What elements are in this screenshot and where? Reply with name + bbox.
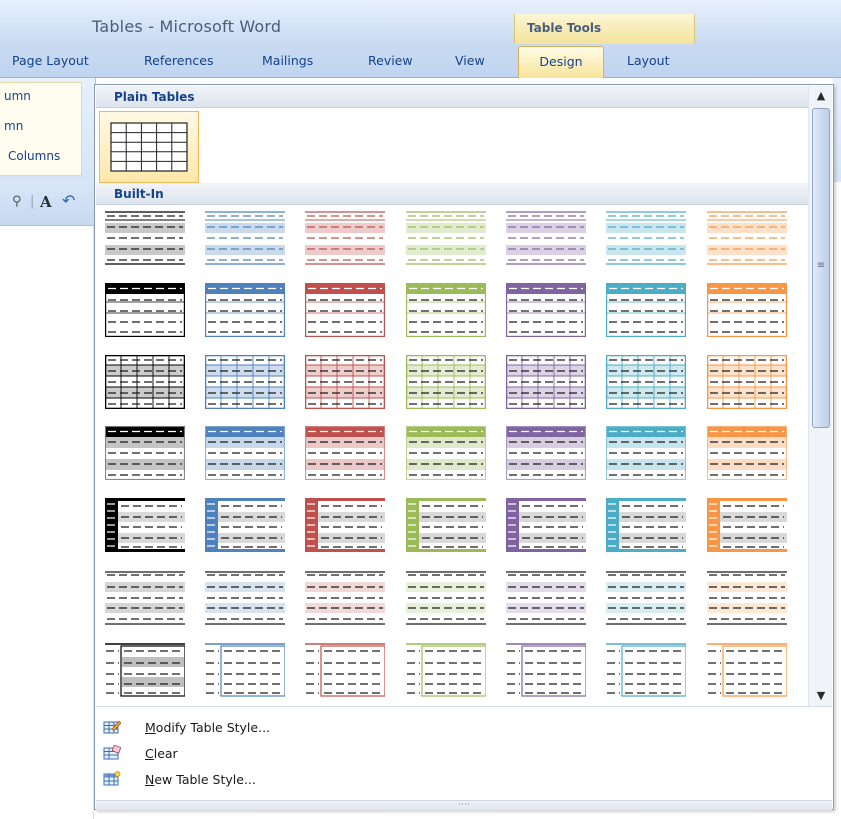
- gallery-menu: Modify Table Style... Clear New Table St…: [96, 706, 832, 810]
- table-style-medium-list-1-6[interactable]: [606, 498, 686, 552]
- new-table-style-label: New Table Style...: [145, 772, 256, 787]
- table-style-light-shading-1[interactable]: [105, 211, 185, 265]
- table-style-medium-list-1-2[interactable]: [205, 498, 285, 552]
- ribbon-tab-row: Page Layout References Mailings Review V…: [0, 44, 841, 78]
- table-style-medium-shading-1-6[interactable]: [606, 426, 686, 480]
- scroll-up-arrow-icon[interactable]: ▲: [809, 86, 833, 106]
- table-styles-gallery: Plain Tables Built-In ▲ ≡ ▼ Modify Table…: [94, 84, 834, 810]
- modify-table-style-menu-item[interactable]: Modify Table Style...: [96, 715, 832, 741]
- table-style-table-grid-accent-7[interactable]: [707, 643, 787, 697]
- formatting-toolbar: ⚲ | A ↶: [0, 182, 96, 226]
- tab-design[interactable]: Design: [518, 46, 604, 78]
- table-style-table-grid-accent-4[interactable]: [406, 643, 486, 697]
- new-table-style-menu-item[interactable]: New Table Style...: [96, 767, 832, 793]
- table-style-medium-list-1-5[interactable]: [506, 498, 586, 552]
- table-style-medium-list-1-3[interactable]: [305, 498, 385, 552]
- table-style-table-grid-accent-6[interactable]: [606, 643, 686, 697]
- table-style-colorful-list-2[interactable]: [205, 571, 285, 625]
- clear-label: Clear: [145, 746, 178, 761]
- scroll-thumb[interactable]: ≡: [812, 108, 830, 428]
- table-style-table-grid-accent-1[interactable]: [105, 643, 185, 697]
- modify-table-style-icon: [103, 720, 121, 734]
- table-style-light-list-4[interactable]: [406, 283, 486, 337]
- title-bar: Tables - Microsoft Word Table Tools: [0, 0, 841, 44]
- table-style-light-list-6[interactable]: [606, 283, 686, 337]
- clear-menu-item[interactable]: Clear: [96, 741, 832, 767]
- table-style-light-list-5[interactable]: [506, 283, 586, 337]
- window-title: Tables - Microsoft Word: [92, 17, 282, 36]
- table-style-medium-shading-1-5[interactable]: [506, 426, 586, 480]
- built-in-header: Built-In: [96, 183, 808, 205]
- last-column-option[interactable]: mn: [4, 119, 23, 133]
- gallery-scrollbar[interactable]: ▲ ≡ ▼: [808, 86, 832, 706]
- tab-view[interactable]: View: [455, 53, 485, 68]
- table-style-colorful-list-1[interactable]: [105, 571, 185, 625]
- table-style-medium-list-1-1[interactable]: [105, 498, 185, 552]
- gallery-resize-grip[interactable]: ····: [96, 800, 832, 810]
- plain-tables-label: Plain Tables: [114, 90, 195, 104]
- undo-icon[interactable]: ↶: [62, 191, 75, 210]
- tab-mailings[interactable]: Mailings: [262, 53, 313, 68]
- table-style-table-grid-accent-2[interactable]: [205, 643, 285, 697]
- modify-table-style-label: Modify Table Style...: [145, 720, 271, 735]
- table-grid-thumbnail: [110, 122, 188, 172]
- table-style-colorful-list-7[interactable]: [707, 571, 787, 625]
- toolbar-separator: |: [30, 194, 35, 209]
- table-style-light-grid-2[interactable]: [205, 355, 285, 409]
- table-style-options-group: umn mn Columns: [0, 82, 82, 176]
- document-area[interactable]: [0, 226, 94, 819]
- table-style-light-grid-4[interactable]: [406, 355, 486, 409]
- plain-tables-header: Plain Tables: [96, 86, 808, 108]
- clear-table-style-icon: [103, 745, 121, 760]
- table-style-medium-shading-1-3[interactable]: [305, 426, 385, 480]
- table-style-light-list-1[interactable]: [105, 283, 185, 337]
- table-style-medium-shading-1-2[interactable]: [205, 426, 285, 480]
- ribbon-table-style-options: umn mn Columns: [0, 78, 96, 182]
- table-style-light-grid-1[interactable]: [105, 355, 185, 409]
- table-style-light-shading-2[interactable]: [205, 211, 285, 265]
- tab-review[interactable]: Review: [368, 53, 413, 68]
- table-style-light-list-3[interactable]: [305, 283, 385, 337]
- table-style-colorful-list-6[interactable]: [606, 571, 686, 625]
- table-style-colorful-list-3[interactable]: [305, 571, 385, 625]
- table-style-light-shading-3[interactable]: [305, 211, 385, 265]
- table-tools-label: Table Tools: [527, 21, 602, 35]
- new-table-style-icon: [103, 771, 121, 786]
- table-style-table-grid-accent-5[interactable]: [506, 643, 586, 697]
- table-style-light-grid-3[interactable]: [305, 355, 385, 409]
- table-style-table-grid-accent-3[interactable]: [305, 643, 385, 697]
- table-style-medium-shading-1-7[interactable]: [707, 426, 787, 480]
- table-style-light-list-7[interactable]: [707, 283, 787, 337]
- table-style-colorful-list-5[interactable]: [506, 571, 586, 625]
- scroll-grip-icon: ≡: [816, 260, 826, 271]
- format-painter-icon[interactable]: ⚲: [12, 194, 22, 209]
- table-style-medium-shading-1-1[interactable]: [105, 426, 185, 480]
- tab-page-layout[interactable]: Page Layout: [12, 53, 89, 68]
- banded-columns-option[interactable]: Columns: [8, 149, 60, 163]
- table-style-colorful-list-4[interactable]: [406, 571, 486, 625]
- tab-layout[interactable]: Layout: [627, 53, 670, 68]
- table-style-light-shading-4[interactable]: [406, 211, 486, 265]
- table-style-plain-grid[interactable]: [99, 111, 199, 183]
- table-style-light-shading-7[interactable]: [707, 211, 787, 265]
- table-tools-contextual-group: Table Tools: [514, 14, 695, 44]
- scroll-down-arrow-icon[interactable]: ▼: [809, 686, 833, 706]
- table-style-medium-shading-1-4[interactable]: [406, 426, 486, 480]
- table-style-medium-list-1-7[interactable]: [707, 498, 787, 552]
- table-style-medium-list-1-4[interactable]: [406, 498, 486, 552]
- table-style-light-grid-5[interactable]: [506, 355, 586, 409]
- first-column-option[interactable]: umn: [4, 89, 31, 103]
- table-style-light-shading-5[interactable]: [506, 211, 586, 265]
- tab-references[interactable]: References: [144, 53, 213, 68]
- font-icon[interactable]: A: [40, 193, 52, 211]
- ribbon-right-edge: [833, 78, 841, 182]
- table-style-light-list-2[interactable]: [205, 283, 285, 337]
- built-in-label: Built-In: [114, 187, 164, 201]
- table-style-light-grid-7[interactable]: [707, 355, 787, 409]
- table-style-light-grid-6[interactable]: [606, 355, 686, 409]
- table-style-light-shading-6[interactable]: [606, 211, 686, 265]
